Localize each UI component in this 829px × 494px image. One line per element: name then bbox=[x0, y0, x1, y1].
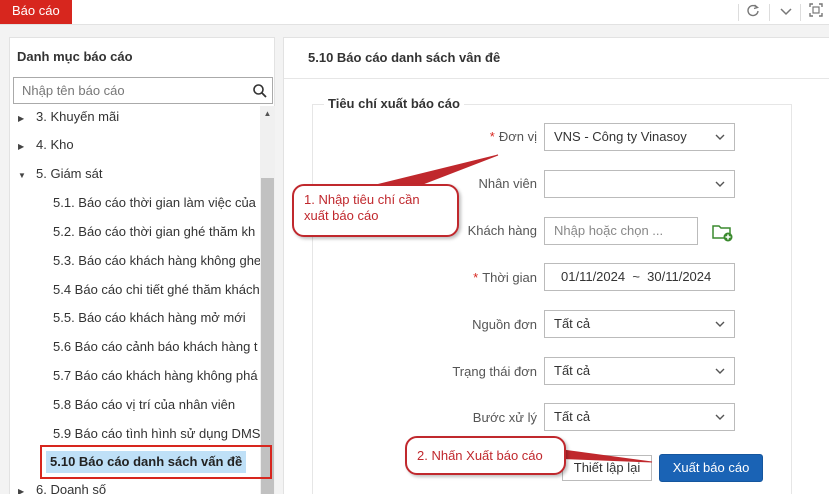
chevron-down-icon bbox=[715, 321, 725, 327]
trang-thai-don-value: Tất cả bbox=[554, 363, 591, 378]
required-mark: * bbox=[473, 270, 479, 285]
tree-item[interactable]: ▶ 6. Doanh số bbox=[18, 479, 106, 494]
report-tree: ▶ 3. Khuyến mãi ▶ 4. Kho ▼ 5. Giám sát 5.1.… bbox=[10, 106, 260, 494]
required-mark: * bbox=[489, 129, 495, 144]
chevron-down-icon bbox=[715, 181, 725, 187]
khach-hang-input[interactable]: Nhập hoặc chọn ... bbox=[544, 217, 698, 245]
tree-item[interactable]: ▶ 4. Kho bbox=[18, 134, 74, 156]
don-vi-label: * Đơn vị bbox=[277, 124, 537, 150]
thoi-gian-range[interactable]: 01/11/2024 ~ 30/11/2024 bbox=[544, 263, 735, 291]
tree-item[interactable]: 5.4 Báo cáo chi tiết ghé thăm khách bbox=[53, 279, 260, 301]
tree-item[interactable]: 5.6 Báo cáo cảnh báo khách hàng t bbox=[53, 336, 258, 358]
callout-step-1: 1. Nhập tiêu chí cần xuất báo cáo bbox=[292, 184, 459, 237]
tree-item[interactable]: ▶ 3. Khuyến mãi bbox=[18, 106, 119, 128]
toolbar-divider bbox=[800, 4, 801, 21]
trang-thai-don-label: Trạng thái đơn bbox=[452, 364, 537, 379]
buoc-xu-ly-label: Bước xử lý bbox=[472, 410, 537, 425]
tree-item-label: 6. Doanh số bbox=[36, 482, 107, 494]
chevron-down-icon bbox=[715, 368, 725, 374]
top-bar: Báo cáo bbox=[0, 0, 829, 25]
tree-scrollbar[interactable]: ▲ bbox=[260, 106, 275, 494]
don-vi-label-text: Đơn vị bbox=[498, 129, 537, 144]
criteria-legend: Tiêu chí xuất báo cáo bbox=[324, 96, 464, 111]
tree-item[interactable]: 5.9 Báo cáo tình hình sử dụng DMS bbox=[53, 423, 260, 445]
nguon-don-label: Nguồn đơn bbox=[472, 317, 537, 332]
title-divider bbox=[284, 78, 829, 79]
tree-item[interactable]: 5.5. Báo cáo khách hàng mở mới bbox=[53, 307, 246, 329]
tree-item[interactable]: 5.7 Báo cáo khách hàng không phá bbox=[53, 365, 258, 387]
tree-item-label: 5. Giám sát bbox=[36, 166, 103, 181]
scroll-up-icon[interactable]: ▲ bbox=[260, 106, 275, 122]
tree-item[interactable]: 5.1. Báo cáo thời gian làm việc của bbox=[53, 192, 256, 214]
tree-item[interactable]: ▼ 5. Giám sát bbox=[18, 163, 102, 185]
fullscreen-icon[interactable] bbox=[806, 3, 826, 21]
nhan-vien-select[interactable] bbox=[544, 170, 735, 198]
don-vi-value: VNS - Công ty Vinasoy bbox=[554, 129, 687, 144]
refresh-icon[interactable] bbox=[743, 3, 763, 21]
tab-bao-cao[interactable]: Báo cáo bbox=[0, 0, 72, 24]
page-title: 5.10 Báo cáo danh sách vân đê bbox=[308, 50, 501, 65]
toolbar-divider bbox=[769, 4, 770, 21]
callout-step-2: 2. Nhấn Xuất báo cáo bbox=[405, 436, 566, 475]
caret-right-icon: ▶ bbox=[18, 487, 25, 494]
caret-right-icon: ▶ bbox=[18, 114, 25, 123]
folder-add-icon[interactable] bbox=[712, 222, 734, 242]
panel-title: Danh mục báo cáo bbox=[17, 49, 133, 64]
tree-item-label: 4. Kho bbox=[36, 137, 74, 152]
selected-highlight-box bbox=[40, 445, 272, 479]
thoi-gian-label: * Thời gian bbox=[277, 265, 537, 291]
buoc-xu-ly-value: Tất cả bbox=[554, 409, 591, 424]
chevron-down-icon[interactable] bbox=[776, 3, 796, 21]
don-vi-select[interactable]: VNS - Công ty Vinasoy bbox=[544, 123, 735, 151]
caret-right-icon: ▶ bbox=[18, 142, 25, 151]
export-report-button[interactable]: Xuất báo cáo bbox=[659, 454, 763, 482]
report-search bbox=[13, 77, 273, 104]
tree-item-label: 3. Khuyến mãi bbox=[36, 109, 120, 124]
trang-thai-don-select[interactable]: Tất cả bbox=[544, 357, 735, 385]
report-search-input[interactable] bbox=[14, 78, 239, 103]
chevron-down-icon bbox=[715, 414, 725, 420]
report-category-panel: Danh mục báo cáo ▶ 3. Khuyến mãi ▶ 4. Kho … bbox=[9, 37, 275, 494]
buoc-xu-ly-select[interactable]: Tất cả bbox=[544, 403, 735, 431]
toolbar-divider bbox=[738, 4, 739, 21]
tree-item[interactable]: 5.3. Báo cáo khách hàng không ghe bbox=[53, 250, 260, 272]
nguon-don-value: Tất cả bbox=[554, 316, 591, 331]
tree-item[interactable]: 5.8 Báo cáo vị trí của nhân viên bbox=[53, 394, 235, 416]
caret-down-icon: ▼ bbox=[18, 171, 26, 180]
nguon-don-select[interactable]: Tất cả bbox=[544, 310, 735, 338]
tree-item[interactable]: 5.2. Báo cáo thời gian ghé thăm kh bbox=[53, 221, 255, 243]
thoi-gian-label-text: Thời gian bbox=[482, 270, 537, 285]
chevron-down-icon bbox=[715, 134, 725, 140]
reset-button[interactable]: Thiết lập lại bbox=[562, 455, 652, 481]
search-icon[interactable] bbox=[251, 82, 269, 100]
